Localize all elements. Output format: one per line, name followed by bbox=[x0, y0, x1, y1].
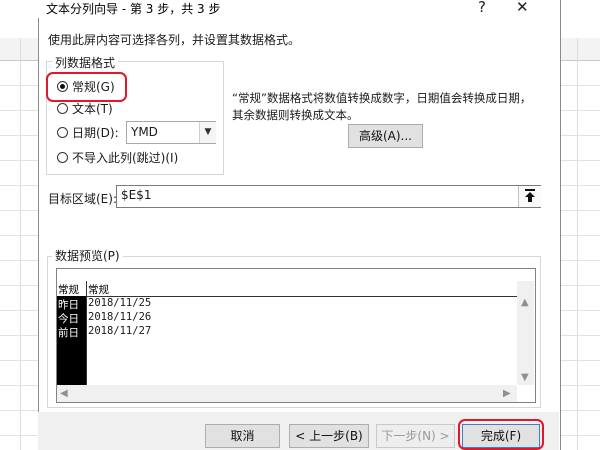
radio-text-label[interactable]: 文本(T) bbox=[72, 100, 113, 117]
date-format-value: YMD bbox=[131, 125, 158, 139]
gridline bbox=[577, 38, 578, 450]
close-button[interactable]: ✕ bbox=[516, 0, 529, 16]
radio-text[interactable] bbox=[57, 103, 68, 114]
scroll-left-icon[interactable]: ◀ bbox=[60, 388, 68, 399]
chevron-down-icon[interactable]: ▼ bbox=[199, 122, 216, 143]
advanced-button[interactable]: 高级(A)... bbox=[348, 124, 423, 148]
collapse-dialog-icon[interactable] bbox=[518, 186, 541, 207]
radio-date-label[interactable]: 日期(D): bbox=[72, 124, 119, 141]
preview-cell: 2018/11/26 bbox=[88, 311, 152, 323]
preview-horizontal-scrollbar[interactable] bbox=[57, 385, 517, 402]
radio-skip-column-label[interactable]: 不导入此列(跳过)(I) bbox=[72, 149, 178, 166]
preview-cell: 前日 bbox=[58, 327, 79, 339]
target-range-label: 目标区域(E): bbox=[48, 192, 117, 206]
preview-header-col1: 常规 bbox=[58, 284, 79, 296]
dialog-description: 使用此屏内容可选择各列，并设置其数据格式。 bbox=[48, 33, 301, 47]
radio-skip-column[interactable] bbox=[57, 152, 68, 163]
column-format-label: 列数据格式 bbox=[52, 54, 119, 71]
next-button[interactable]: 下一步(N) > bbox=[376, 424, 455, 448]
scroll-right-icon[interactable]: ▶ bbox=[503, 388, 511, 399]
dialog-title: 文本分列向导 - 第 3 步，共 3 步 bbox=[46, 2, 221, 16]
radio-date[interactable] bbox=[57, 127, 68, 138]
highlight-general-option bbox=[46, 72, 127, 102]
preview-cell: 2018/11/27 bbox=[88, 325, 152, 337]
highlight-finish-button bbox=[458, 419, 544, 450]
scroll-up-icon[interactable]: ▲ bbox=[521, 297, 529, 308]
cancel-button[interactable]: 取消 bbox=[205, 424, 280, 448]
preview-column-separator bbox=[86, 281, 87, 385]
back-button[interactable]: < 上一步(B) bbox=[289, 424, 369, 448]
data-preview-label: 数据预览(P) bbox=[52, 247, 123, 264]
target-range-input[interactable] bbox=[116, 185, 541, 208]
help-button[interactable]: ? bbox=[478, 0, 486, 16]
preview-cell: 昨日 bbox=[58, 299, 79, 311]
target-range-value: $E$1 bbox=[121, 188, 152, 202]
preview-header-col2: 常规 bbox=[88, 284, 109, 296]
format-info-text: “常规”数据格式将数值转换成数字，日期值会转换成日期，其余数据则转换成文本。 bbox=[232, 91, 532, 122]
preview-header-row bbox=[57, 281, 517, 297]
gridline bbox=[20, 38, 21, 450]
scroll-down-icon[interactable]: ▼ bbox=[521, 372, 529, 383]
preview-cell: 今日 bbox=[58, 313, 79, 325]
preview-cell: 2018/11/25 bbox=[88, 297, 152, 309]
